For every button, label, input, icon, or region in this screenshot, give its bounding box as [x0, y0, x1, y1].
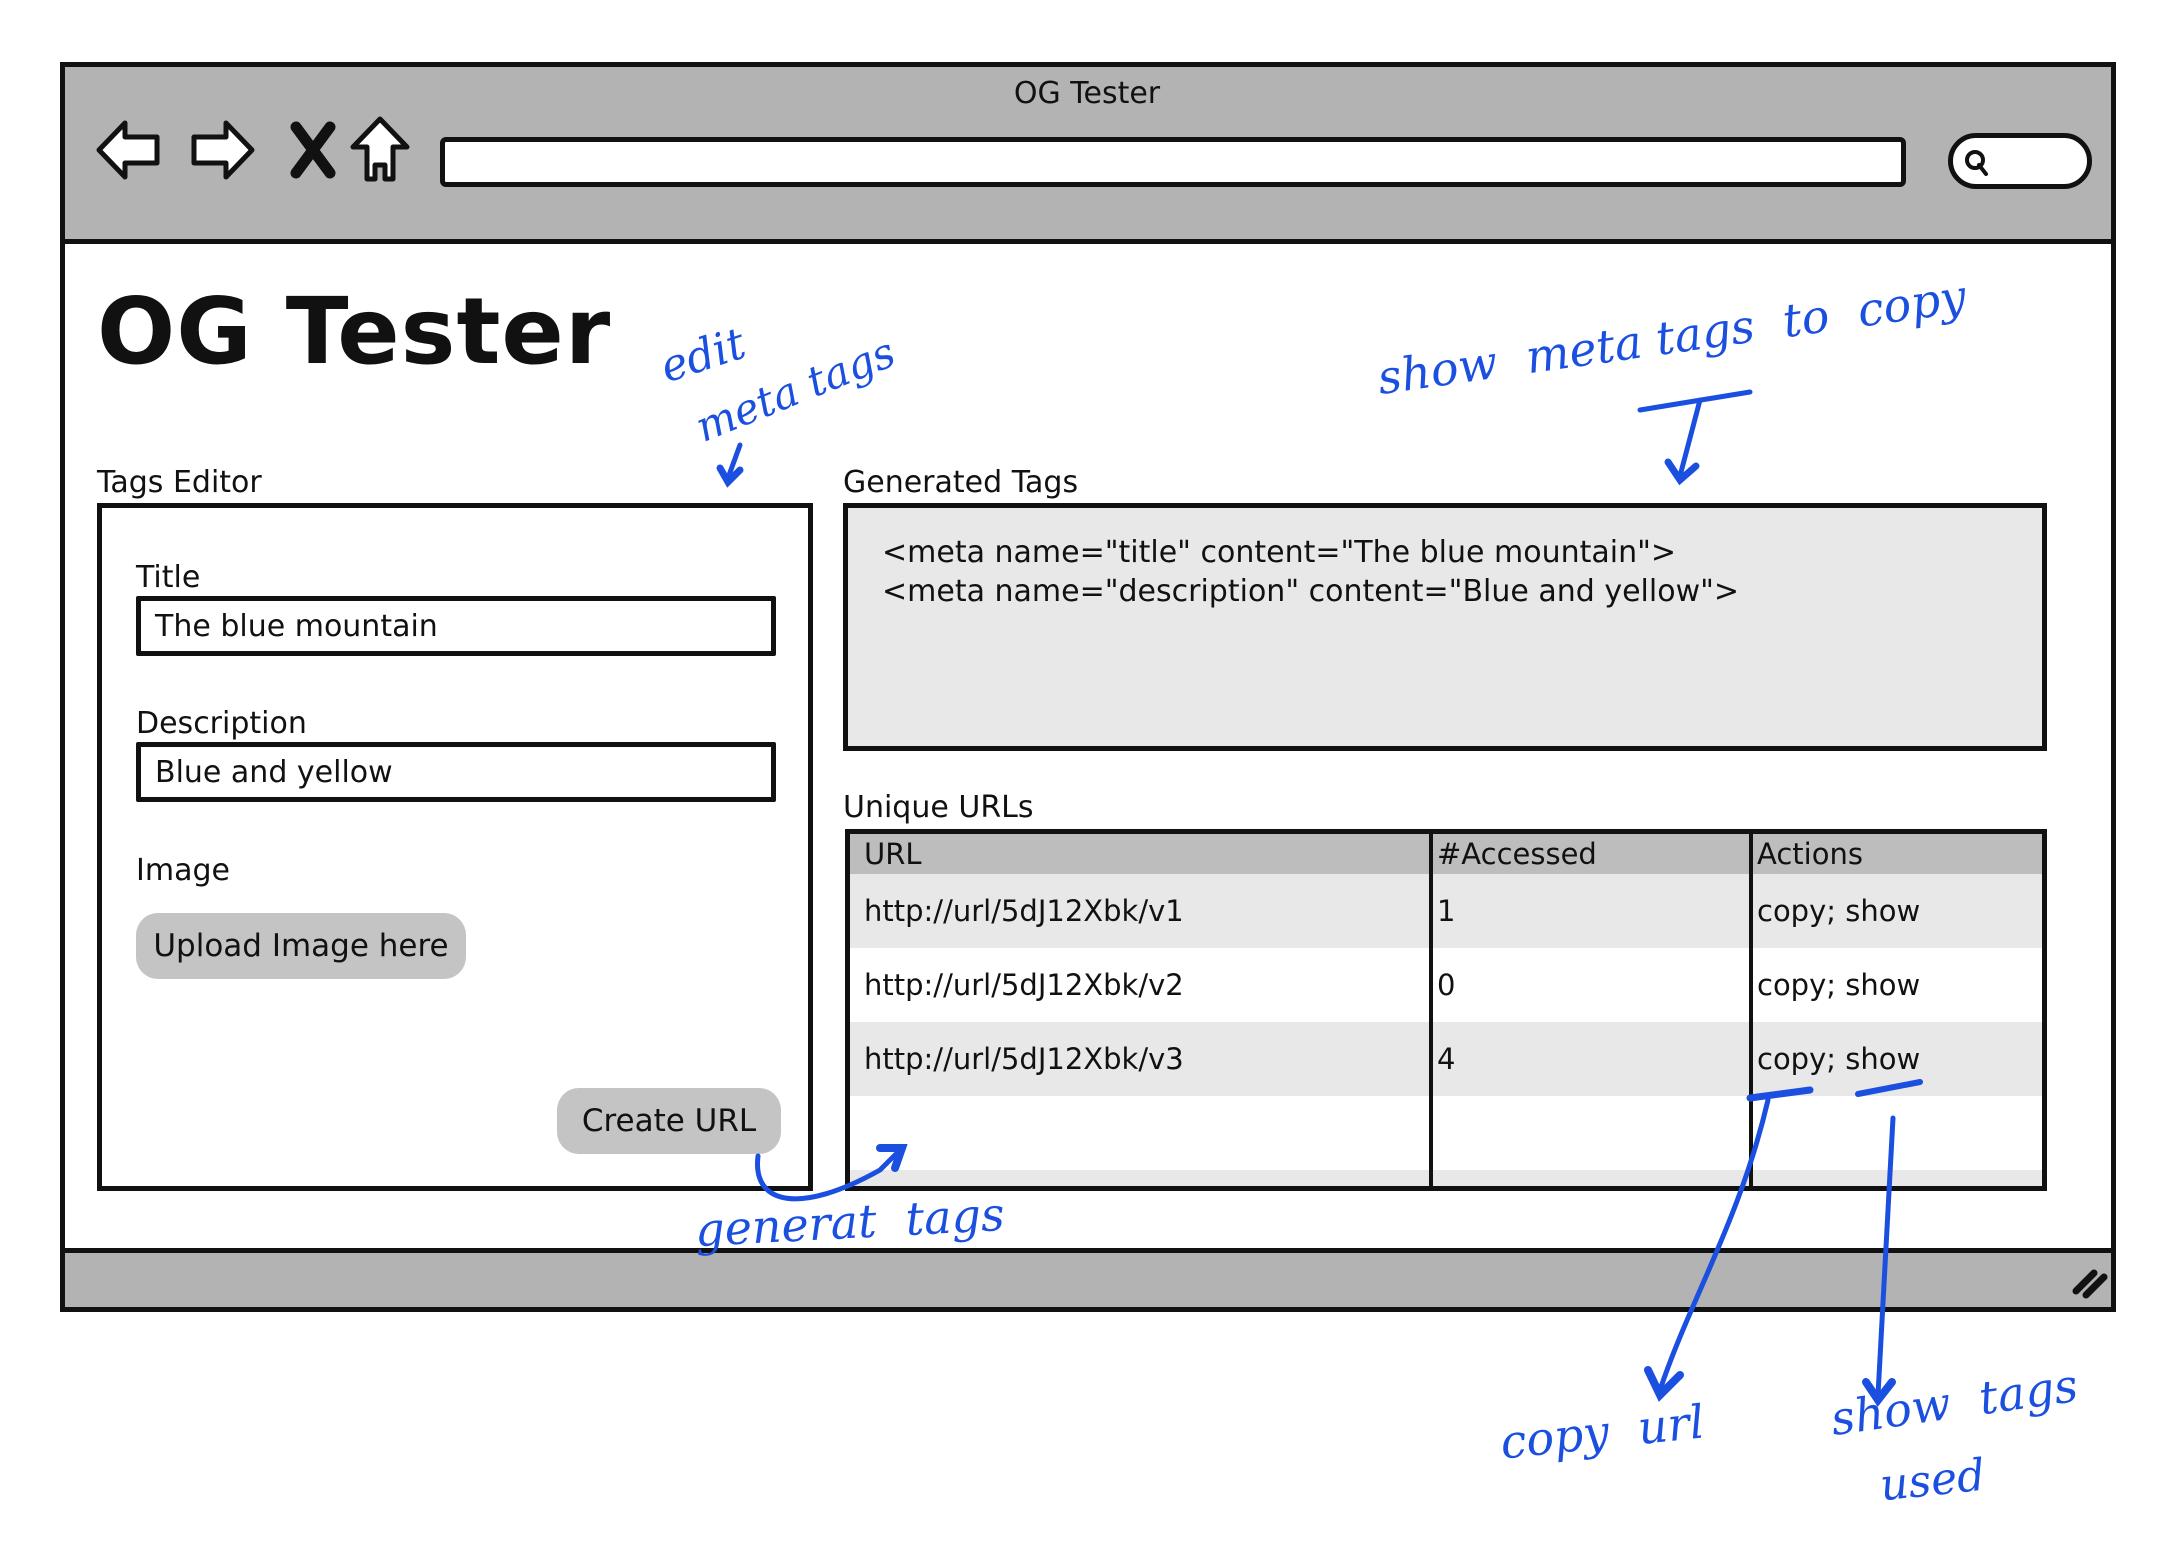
browser-status-bar [60, 1248, 2116, 1312]
image-label: Image [136, 853, 230, 888]
unique-urls-table: URL #Accessed Actions http://url/5dJ12Xb… [845, 829, 2047, 1191]
table-row-empty [850, 1170, 2042, 1186]
page-title: OG Tester [97, 278, 612, 385]
upload-image-button[interactable]: Upload Image here [136, 913, 466, 979]
actions-cell[interactable]: copy; show [1757, 894, 1920, 928]
accessed-cell: 0 [1437, 968, 1456, 1002]
table-row: http://url/5dJ12Xbk/v3 4 copy; show [850, 1022, 2042, 1096]
search-icon [1965, 150, 1988, 176]
generated-tags-label: Generated Tags [843, 465, 1079, 500]
title-input-value: The blue mountain [155, 609, 438, 644]
url-cell: http://url/5dJ12Xbk/v3 [864, 1042, 1184, 1076]
window-title: OG Tester [1013, 76, 1161, 111]
unique-urls-label: Unique URLs [843, 790, 1034, 825]
annotation-copy-url: copy url [1497, 1394, 1707, 1470]
url-cell: http://url/5dJ12Xbk/v1 [864, 894, 1184, 928]
actions-cell[interactable]: copy; show [1757, 968, 1920, 1002]
description-input-value: Blue and yellow [155, 755, 393, 790]
description-label: Description [136, 706, 307, 741]
column-divider [1749, 834, 1753, 1186]
tags-editor-label: Tags Editor [97, 465, 262, 500]
column-divider [1429, 834, 1433, 1186]
table-row: http://url/5dJ12Xbk/v1 1 copy; show [850, 874, 2042, 948]
url-cell: http://url/5dJ12Xbk/v2 [864, 968, 1184, 1002]
actions-cell[interactable]: copy; show [1757, 1042, 1920, 1076]
table-row-empty [850, 1096, 2042, 1170]
accessed-cell: 4 [1437, 1042, 1456, 1076]
home-icon[interactable] [345, 115, 415, 185]
table-header-row: URL #Accessed Actions [850, 834, 2042, 874]
annotation-arrowhead [1644, 1366, 1684, 1402]
address-bar[interactable] [440, 137, 1906, 187]
annotation-used: used [1877, 1449, 1988, 1512]
forward-arrow-icon[interactable] [186, 115, 256, 185]
column-header-actions[interactable]: Actions [1757, 837, 1863, 871]
resize-grip-icon[interactable] [2072, 1265, 2108, 1299]
column-header-accessed[interactable]: #Accessed [1437, 837, 1597, 871]
description-input[interactable]: Blue and yellow [136, 742, 776, 802]
table-row: http://url/5dJ12Xbk/v2 0 copy; show [850, 948, 2042, 1022]
title-label: Title [136, 560, 201, 595]
back-arrow-icon[interactable] [95, 115, 165, 185]
generated-tag-line: <meta name="title" content="The blue mou… [882, 535, 1677, 570]
stop-x-icon[interactable] [278, 115, 348, 185]
generated-tag-line: <meta name="description" content="Blue a… [882, 574, 1740, 609]
create-url-button[interactable]: Create URL [557, 1088, 781, 1154]
title-input[interactable]: The blue mountain [136, 596, 776, 656]
annotation-show-tags: show tags [1827, 1357, 2082, 1447]
accessed-cell: 1 [1437, 894, 1456, 928]
column-header-url[interactable]: URL [864, 837, 922, 871]
